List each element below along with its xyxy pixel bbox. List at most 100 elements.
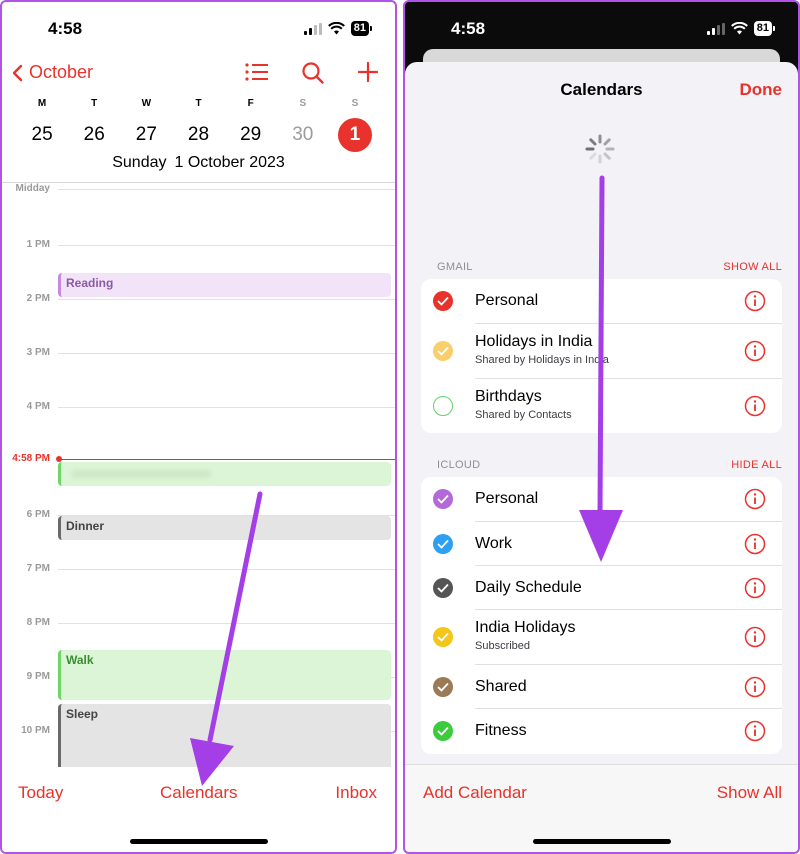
weekday-label: T (195, 98, 202, 109)
info-icon[interactable] (744, 488, 766, 510)
checkmark-icon[interactable] (433, 291, 453, 311)
weekday-header: M T W T F S S (16, 98, 381, 109)
hour-label: 10 PM (21, 725, 50, 736)
wifi-icon (327, 22, 345, 35)
calendar-name: Personal (475, 292, 539, 309)
calendar-name: Holidays in India (475, 333, 593, 350)
tab-bar: Today Calendars Inbox (2, 767, 395, 852)
hour-label: 8 PM (26, 617, 50, 628)
checkmark-icon[interactable] (433, 341, 453, 361)
date-cell[interactable]: 25 (16, 118, 68, 152)
gmail-show-all-button[interactable]: SHOW ALL (723, 261, 782, 273)
calendar-name: Personal (475, 490, 539, 507)
info-icon[interactable] (744, 626, 766, 648)
date-cell[interactable]: 26 (68, 118, 120, 152)
chevron-left-icon (12, 64, 23, 81)
icloud-hide-all-button[interactable]: HIDE ALL (731, 459, 782, 471)
calendar-row[interactable]: Daily Schedule (433, 565, 782, 609)
done-button[interactable]: Done (740, 80, 783, 100)
date-cell[interactable]: 28 (172, 118, 224, 152)
checkmark-icon[interactable] (433, 534, 453, 554)
status-bar: 4:58 81 (2, 2, 395, 52)
calendars-button[interactable]: Calendars (160, 783, 238, 803)
checkmark-icon[interactable] (433, 627, 453, 647)
status-time: 4:58 (48, 19, 83, 38)
selected-day-title: Sunday 1 October 2023 (112, 154, 285, 171)
weekday-label: T (91, 98, 98, 109)
show-all-button[interactable]: Show All (717, 783, 782, 803)
weekday-label: M (37, 98, 47, 109)
info-icon[interactable] (744, 290, 766, 312)
inbox-button[interactable]: Inbox (335, 783, 377, 803)
loading-spinner-icon (585, 134, 615, 164)
calendar-row[interactable]: Birthdays Shared by Contacts (433, 378, 782, 433)
calendar-name: Work (475, 535, 513, 552)
hour-label: 2 PM (26, 293, 50, 304)
calendar-name: Daily Schedule (475, 579, 582, 596)
checkmark-icon[interactable] (433, 721, 453, 741)
icloud-section-header: ICLOUD HIDE ALL (437, 459, 782, 471)
sheet-bottom-bar: Add Calendar Show All (405, 764, 798, 852)
date-cell[interactable]: 27 (120, 118, 172, 152)
battery-icon: 81 (753, 21, 776, 36)
date-cell[interactable]: 30 (277, 118, 329, 152)
status-bar: 4:58 81 (405, 2, 798, 52)
hour-label: 7 PM (26, 563, 50, 574)
checkmark-icon[interactable] (433, 489, 453, 509)
current-time-label: 4:58 PM (12, 453, 50, 464)
calendar-name: India Holidays (475, 619, 576, 636)
redacted-text (71, 470, 211, 478)
event-walk[interactable]: Walk (58, 650, 391, 700)
home-indicator (129, 839, 268, 844)
cellular-signal-icon (303, 22, 322, 35)
info-icon[interactable] (744, 577, 766, 599)
day-timeline[interactable]: Midday 1 PM 2 PM 3 PM 4 PM 4:58 PM 6 PM … (2, 182, 395, 772)
checkmark-icon[interactable] (433, 578, 453, 598)
calendars-sheet-screen: 4:58 81 Calendars Done GMAIL SHOW ALL Pe… (403, 0, 800, 854)
checkmark-icon[interactable] (433, 677, 453, 697)
list-view-icon[interactable] (245, 62, 269, 82)
event-reading[interactable]: Reading (58, 273, 391, 297)
add-icon[interactable] (358, 62, 378, 82)
calendar-row[interactable]: Shared (433, 664, 782, 708)
calendar-row[interactable]: India Holidays Subscribed (433, 609, 782, 664)
info-icon[interactable] (744, 720, 766, 742)
info-icon[interactable] (744, 676, 766, 698)
back-label: October (29, 62, 94, 82)
calendars-sheet: Calendars Done GMAIL SHOW ALL Personal H… (405, 62, 798, 852)
info-icon[interactable] (744, 395, 766, 417)
today-button[interactable]: Today (18, 783, 63, 803)
calendar-subtitle: Subscribed (475, 640, 531, 652)
calendar-row[interactable]: Work (433, 521, 782, 565)
gmail-calendar-list: Personal Holidays in India Shared by Hol… (421, 279, 782, 433)
hour-label: 4 PM (26, 401, 50, 412)
calendar-name: Birthdays (475, 388, 542, 405)
hour-label: 6 PM (26, 509, 50, 520)
battery-icon: 81 (350, 21, 373, 36)
date-cell-today[interactable]: 1 (329, 118, 381, 152)
event-sleep[interactable]: Sleep (58, 704, 391, 772)
weekday-label: S (351, 98, 359, 109)
unchecked-circle-icon[interactable] (433, 396, 453, 416)
info-icon[interactable] (744, 340, 766, 362)
add-calendar-button[interactable]: Add Calendar (423, 783, 527, 803)
info-icon[interactable] (744, 533, 766, 555)
hour-label: 9 PM (26, 671, 50, 682)
icloud-calendar-list: Personal Work Daily Schedule India Holid… (421, 477, 782, 754)
wifi-icon (730, 22, 748, 35)
date-cell[interactable]: 29 (225, 118, 277, 152)
hour-label: Midday (15, 183, 50, 194)
calendar-row[interactable]: Holidays in India Shared by Holidays in … (433, 323, 782, 378)
search-icon[interactable] (302, 62, 324, 84)
event-dinner[interactable]: Dinner (58, 516, 391, 540)
weekday-label: F (247, 98, 254, 109)
calendar-day-view-screen: 4:58 81 October M T W T F S S 25 26 27 2… (0, 0, 397, 854)
top-nav: October (2, 58, 395, 88)
event-blurred[interactable] (58, 462, 391, 486)
back-button[interactable]: October (12, 62, 93, 83)
calendar-row[interactable]: Personal (433, 279, 782, 323)
week-strip: 25 26 27 28 29 30 1 (16, 118, 381, 152)
hour-label: 1 PM (26, 239, 50, 250)
calendar-row[interactable]: Personal (433, 477, 782, 521)
calendar-row[interactable]: Fitness (433, 708, 782, 752)
